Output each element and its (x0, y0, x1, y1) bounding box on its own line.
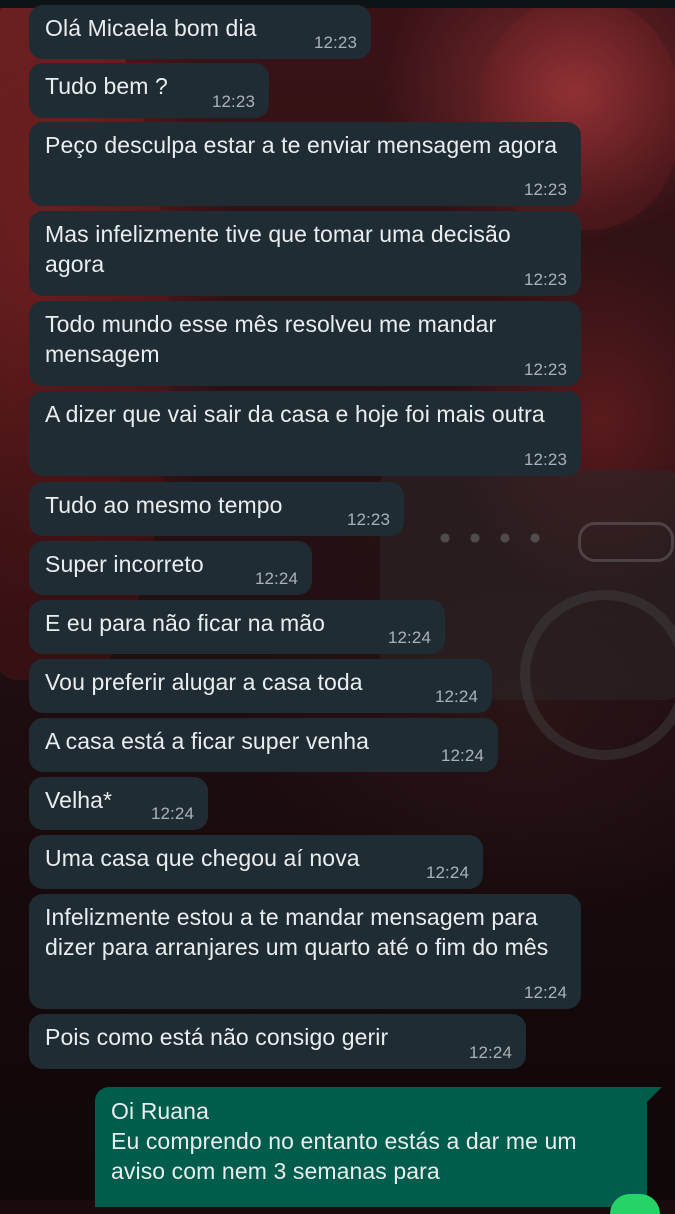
message-text: Infelizmente estou a te mandar mensagem … (45, 904, 549, 960)
message-text: A dizer que vai sair da casa e hoje foi … (45, 401, 545, 427)
message-text: E eu para não ficar na mão (45, 610, 326, 636)
message-text: Oi Ruana Eu comprendo no entanto estás a… (111, 1098, 577, 1184)
message-bubble[interactable]: Super incorreto 12:24 (29, 541, 312, 595)
message-text: Olá Micaela bom dia (45, 15, 257, 41)
message-text: A casa está a ficar super venha (45, 728, 370, 754)
message-text: Todo mundo esse mês resolveu me mandar m… (45, 311, 497, 367)
message-text: Mas infelizmente tive que tomar uma deci… (45, 221, 511, 277)
message-bubble[interactable]: Mas infelizmente tive que tomar uma deci… (29, 211, 581, 296)
message-time: 12:24 (150, 804, 194, 823)
message-bubble[interactable]: Todo mundo esse mês resolveu me mandar m… (29, 301, 581, 386)
message-text: Vou preferir alugar a casa toda (45, 669, 363, 695)
message-list[interactable]: Olá Micaela bom dia 12:23 Tudo bem ? 12:… (0, 0, 675, 1214)
message-bubble[interactable]: Peço desculpa estar a te enviar mensagem… (29, 122, 581, 206)
message-bubble[interactable]: Pois como está não consigo gerir 12:24 (29, 1014, 526, 1069)
message-time: 12:23 (523, 450, 567, 469)
message-time: 12:23 (523, 270, 567, 289)
message-bubble[interactable]: Infelizmente estou a te mandar mensagem … (29, 894, 581, 1009)
message-time: 12:24 (440, 746, 484, 765)
message-bubble[interactable]: Vou preferir alugar a casa toda 12:24 (29, 659, 492, 713)
message-bubble[interactable]: Velha* 12:24 (29, 777, 208, 830)
message-time: 12:24 (523, 983, 567, 1002)
message-bubble[interactable]: A casa está a ficar super venha 12:24 (29, 718, 498, 772)
message-bubble[interactable]: Olá Micaela bom dia 12:23 (29, 5, 371, 59)
message-time: 12:23 (346, 510, 390, 529)
message-time: 12:24 (468, 1043, 512, 1062)
message-time: 12:23 (211, 92, 255, 111)
message-time: 12:23 (313, 33, 357, 52)
message-bubble[interactable]: A dizer que vai sair da casa e hoje foi … (29, 391, 581, 476)
message-time: 12:24 (425, 863, 469, 882)
message-text: Pois como está não consigo gerir (45, 1024, 389, 1050)
message-bubble[interactable]: E eu para não ficar na mão 12:24 (29, 600, 445, 654)
message-bubble[interactable]: Uma casa que chegou aí nova 12:24 (29, 835, 483, 889)
message-time: 12:23 (523, 180, 567, 199)
message-bubble[interactable]: Tudo ao mesmo tempo 12:23 (29, 482, 404, 536)
message-bubble-outgoing[interactable]: Oi Ruana Eu comprendo no entanto estás a… (95, 1087, 647, 1207)
message-time: 12:23 (523, 360, 567, 379)
scroll-button-edge[interactable] (610, 1194, 660, 1214)
message-text: Peço desculpa estar a te enviar mensagem… (45, 132, 558, 158)
message-text: Tudo ao mesmo tempo (45, 492, 283, 518)
message-time: 12:24 (387, 628, 431, 647)
message-time: 12:24 (434, 687, 478, 706)
message-time: 12:24 (254, 569, 298, 588)
message-text: Uma casa que chegou aí nova (45, 845, 360, 871)
message-bubble[interactable]: Tudo bem ? 12:23 (29, 63, 269, 118)
